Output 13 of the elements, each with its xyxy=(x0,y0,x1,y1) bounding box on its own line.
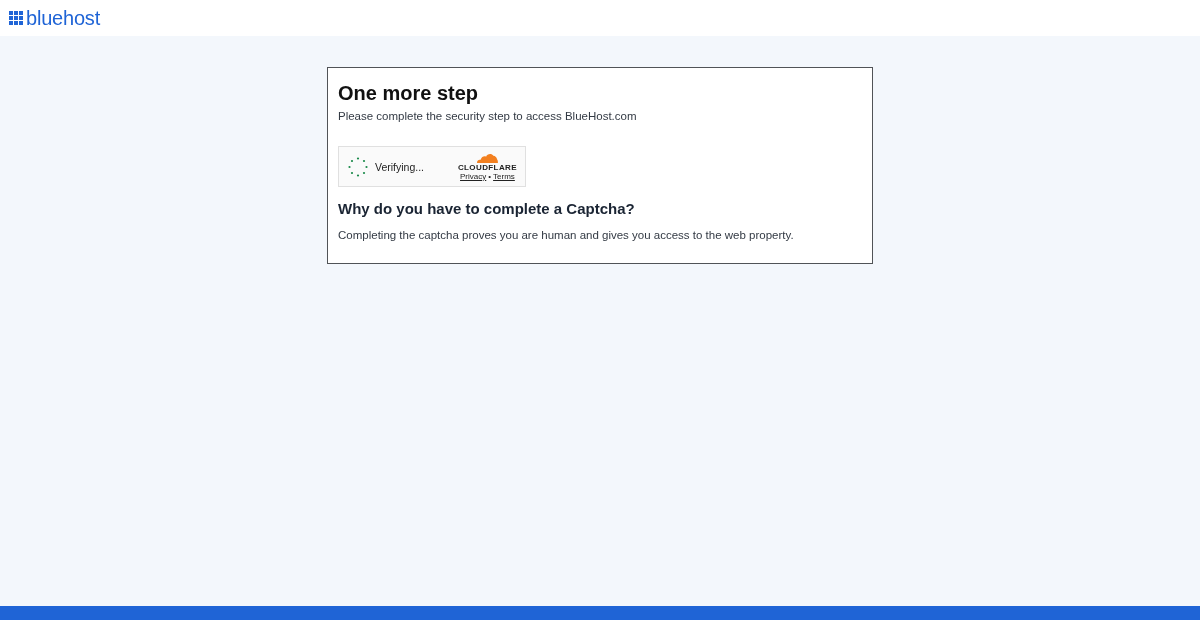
page-title: One more step xyxy=(338,81,480,105)
question-heading: Why do you have to complete a Captcha? xyxy=(338,200,636,218)
status-text: Verifying... xyxy=(375,160,425,173)
footer-link[interactable]: Privacy xyxy=(460,171,487,181)
answer-text: Completing the captcha proves you are human and gives you access to the web property. xyxy=(338,228,795,243)
subtitle-text: Please complete the security step to access BlueHost.com xyxy=(338,109,638,124)
brand-text: CLOUDFLARE xyxy=(457,162,517,172)
spinner-icon xyxy=(348,156,368,177)
footer-link[interactable]: Terms xyxy=(493,171,515,181)
logo-link[interactable]: bluehost xyxy=(9,8,100,28)
grid-logo-icon xyxy=(9,11,23,25)
separator-text: • xyxy=(488,171,492,181)
cloud-icon xyxy=(476,152,499,163)
